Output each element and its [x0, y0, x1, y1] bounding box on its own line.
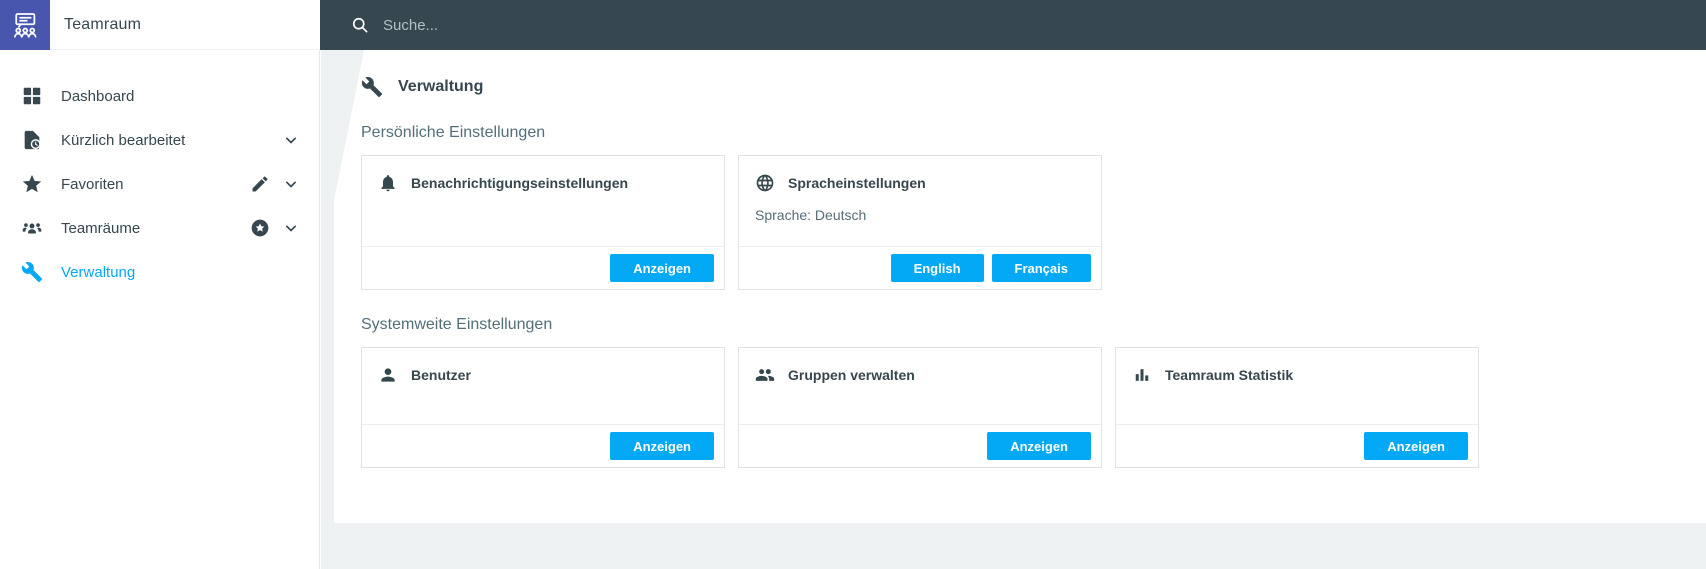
section-heading: Persönliche Einstellungen: [361, 124, 546, 141]
card-body: [1116, 391, 1478, 424]
card-footer: Anzeigen: [1116, 424, 1478, 467]
dashboard-icon: [20, 84, 44, 108]
card-footer: English Français: [739, 246, 1101, 289]
search-input[interactable]: [383, 16, 1333, 34]
bar-chart-icon: [1132, 365, 1152, 385]
card-title: Teamraum Statistik: [1165, 367, 1294, 383]
sidebar-item-label: Teamräume: [61, 219, 141, 237]
chevron-down-icon[interactable]: [281, 174, 301, 194]
card-title: Benutzer: [411, 367, 471, 383]
person-icon: [378, 365, 398, 385]
people-group-icon: [20, 216, 44, 240]
globe-icon: [755, 173, 775, 193]
sidebar-item-favoriten[interactable]: Favoriten: [0, 162, 319, 206]
sidebar-item-actions: [250, 174, 301, 194]
page-title: Verwaltung: [398, 78, 484, 95]
teamraum-logo-icon[interactable]: [0, 0, 50, 50]
card-footer: Anzeigen: [739, 424, 1101, 467]
recent-document-icon: [20, 128, 44, 152]
settings-sections: Persönliche Einstellungen Benachrichtigun…: [361, 124, 1676, 468]
sidebar-item-label: Favoriten: [61, 175, 124, 193]
search-icon: [350, 15, 370, 35]
sidebar-item-kuerzlich-bearbeitet[interactable]: Kürzlich bearbeitet: [0, 118, 319, 162]
sidebar-item-label: Dashboard: [61, 87, 135, 105]
sidebar: Dashboard Kürzlich bearbeitet Favoriten Tea…: [0, 50, 320, 569]
card-footer: Anzeigen: [362, 424, 724, 467]
card-title: Gruppen verwalten: [788, 367, 915, 383]
people-icon: [755, 365, 775, 385]
page-title-row: Verwaltung: [361, 76, 1676, 98]
card-teamraum-statistik: Teamraum Statistik Anzeigen: [1115, 347, 1479, 468]
card-header: Spracheinstellungen: [739, 156, 1101, 199]
bell-icon: [378, 173, 398, 193]
gruppen-verwalten-anzeigen-button[interactable]: Anzeigen: [987, 432, 1091, 460]
card-row: Benutzer Anzeigen Gruppen verwalten Anzeige…: [361, 347, 1676, 468]
star-icon: [20, 172, 44, 196]
sidebar-item-verwaltung[interactable]: Verwaltung: [0, 250, 319, 294]
sidebar-item-teamraeume[interactable]: Teamräume: [0, 206, 319, 250]
section-heading: Systemweite Einstellungen: [361, 316, 553, 333]
wrench-icon: [361, 76, 383, 98]
card-body: Sprache: Deutsch: [755, 207, 867, 223]
benutzer-anzeigen-button[interactable]: Anzeigen: [610, 432, 714, 460]
card-title: Spracheinstellungen: [788, 175, 926, 191]
card-header: Benutzer: [362, 348, 724, 391]
card-benutzer: Benutzer Anzeigen: [361, 347, 725, 468]
card-header: Teamraum Statistik: [1116, 348, 1478, 391]
topbar: [320, 0, 1706, 50]
card-gruppen-verwalten: Gruppen verwalten Anzeigen: [738, 347, 1102, 468]
sidebar-item-label: Kürzlich bearbeitet: [61, 131, 186, 149]
teamraum-statistik-anzeigen-button[interactable]: Anzeigen: [1364, 432, 1468, 460]
card-header: Gruppen verwalten: [739, 348, 1101, 391]
spracheinstellungen-francais-button[interactable]: Français: [991, 254, 1091, 282]
spracheinstellungen-english-button[interactable]: English: [890, 254, 984, 282]
sidebar-item-dashboard[interactable]: Dashboard: [0, 74, 319, 118]
app-title: Teamraum: [64, 15, 142, 33]
chevron-down-icon[interactable]: [281, 130, 301, 150]
search-box[interactable]: [350, 15, 1706, 35]
sidebar-item-label: Verwaltung: [61, 263, 136, 281]
chevron-down-icon[interactable]: [281, 218, 301, 238]
card-body: [362, 391, 724, 424]
card-benachrichtigungseinstellungen: Benachrichtigungseinstellungen Anzeigen: [361, 155, 725, 290]
card-spracheinstellungen: Spracheinstellungen Sprache: Deutsch Engli…: [738, 155, 1102, 290]
card-row: Benachrichtigungseinstellungen Anzeigen Sp…: [361, 155, 1676, 290]
sidebar-item-actions: [250, 218, 301, 238]
star-circle-icon[interactable]: [250, 218, 270, 238]
brand-header: Teamraum: [0, 0, 320, 50]
pencil-icon[interactable]: [250, 174, 270, 194]
card-title: Benachrichtigungseinstellungen: [411, 175, 629, 191]
sidebar-item-actions: [281, 130, 301, 150]
content-panel: Verwaltung Persönliche Einstellungen Bena…: [334, 50, 1706, 523]
wrench-icon: [20, 260, 44, 284]
card-body: [362, 199, 724, 246]
benachrichtigungseinstellungen-anzeigen-button[interactable]: Anzeigen: [610, 254, 714, 282]
content-area: Verwaltung Persönliche Einstellungen Bena…: [321, 50, 1706, 569]
card-header: Benachrichtigungseinstellungen: [362, 156, 724, 199]
card-footer: Anzeigen: [362, 246, 724, 289]
card-body: [739, 391, 1101, 424]
